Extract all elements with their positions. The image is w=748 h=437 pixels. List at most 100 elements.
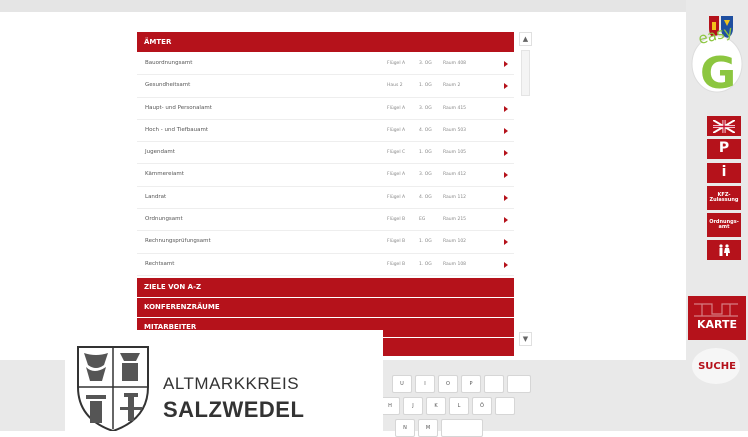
row-room: Raum 503: [443, 127, 467, 133]
keyboard-key[interactable]: [507, 375, 531, 393]
row-wing: Flügel C: [387, 150, 406, 156]
keyboard-key[interactable]: L: [449, 397, 469, 415]
row-room: Raum 215: [443, 217, 467, 223]
keyboard-key[interactable]: [441, 419, 483, 437]
row-name: Ordnungsamt: [145, 216, 183, 223]
list-item[interactable]: Haupt- und Personalamt Flügel A 3. OG Raum …: [137, 98, 514, 120]
row-floor: 3. OG: [419, 105, 432, 111]
row-name: Haupt- und Personalamt: [145, 104, 212, 111]
list-item[interactable]: Gesundheitsamt Haus 2 1. OG Raum 2: [137, 75, 514, 98]
section-header-aemter[interactable]: ÄMTER: [137, 32, 514, 52]
language-english-button[interactable]: [707, 116, 741, 136]
row-room: Raum 2: [443, 83, 461, 89]
list-scrollbar[interactable]: ▲ ▼: [519, 32, 532, 346]
row-floor: 4. OG: [419, 194, 432, 200]
row-floor: 1. OG: [419, 83, 432, 89]
row-room: Raum 105: [443, 150, 467, 156]
list-item[interactable]: Kämmereiamt Flügel A 3. OG Raum 412: [137, 164, 514, 187]
ordnungsamt-button[interactable]: Ordnungs-amt: [707, 213, 741, 237]
row-room: Raum 112: [443, 194, 467, 200]
list-item[interactable]: Bauordnungsamt Flügel A 3. OG Raum 408: [137, 53, 514, 76]
keyboard-key[interactable]: Ö: [472, 397, 492, 415]
uk-flag-icon: [713, 119, 735, 133]
list-item[interactable]: Ordnungsamt Flügel B EG Raum 215: [137, 209, 514, 232]
chevron-right-icon: [504, 150, 508, 157]
logo-line-2: SALZWEDEL: [163, 397, 305, 422]
row-floor: 3. OG: [419, 61, 432, 66]
scroll-down-button[interactable]: ▼: [519, 332, 532, 346]
aemter-rows: Bauordnungsamt Flügel A 3. OG Raum 408 Gesun…: [137, 53, 514, 278]
keyboard-key[interactable]: J: [403, 397, 423, 415]
chevron-right-icon: [504, 194, 508, 201]
top-bar: [0, 0, 686, 12]
row-name: Kämmereiamt: [145, 171, 184, 178]
district-logo: ALTMARKKREIS SALZWEDEL: [65, 330, 383, 431]
parking-button[interactable]: P: [707, 139, 741, 159]
row-wing: Flügel A: [387, 127, 406, 133]
keyboard-key[interactable]: H: [380, 397, 400, 415]
list-item[interactable]: Jugendamt Flügel C 1. OG Raum 105: [137, 142, 514, 165]
map-button-label: KARTE: [696, 317, 738, 331]
altmarkkreis-crest-icon: [77, 346, 149, 431]
easy-g-label: G: [700, 48, 737, 99]
section-header-konferenzraeume[interactable]: KONFERENZRÄUME: [137, 298, 514, 317]
list-item[interactable]: Landrat Flügel A 4. OG Raum 112: [137, 187, 514, 210]
row-name: Rechtsamt: [145, 260, 175, 267]
map-button[interactable]: KARTE: [688, 296, 746, 340]
directory-list: ÄMTER Bauordnungsamt Flügel A 3. OG Raum 40…: [137, 32, 514, 357]
row-wing: Flügel B: [387, 261, 406, 267]
row-floor: EG: [419, 217, 426, 223]
row-room: Raum 412: [443, 172, 467, 178]
keyboard-key[interactable]: I: [415, 375, 435, 393]
list-item[interactable]: Rechtsamt Flügel B 1. OG Raum 108: [137, 254, 514, 276]
row-floor: 1. OG: [419, 239, 432, 245]
row-room: Raum 108: [443, 261, 467, 267]
row-wing: Flügel A: [387, 194, 406, 200]
row-floor: 1. OG: [419, 150, 432, 156]
scroll-up-button[interactable]: ▲: [519, 32, 532, 46]
list-item[interactable]: Hoch - und Tiefbauamt Flügel A 4. OG Raum 5…: [137, 120, 514, 143]
row-name: Bauordnungsamt: [145, 60, 193, 66]
row-floor: 1. OG: [419, 261, 432, 267]
row-wing: Flügel B: [387, 239, 406, 245]
row-name: Gesundheitsamt: [145, 82, 191, 89]
chevron-right-icon: [504, 61, 508, 67]
keyboard-key[interactable]: P: [461, 375, 481, 393]
row-floor: 3. OG: [419, 172, 432, 178]
restroom-icon: [719, 244, 730, 256]
keyboard-key[interactable]: [484, 375, 504, 393]
chevron-right-icon: [504, 239, 508, 246]
chevron-right-icon: [504, 105, 508, 112]
row-wing: Haus 2: [387, 83, 403, 89]
keyboard-key[interactable]: M: [418, 419, 438, 437]
section-header-ziele[interactable]: ZIELE VON A-Z: [137, 278, 514, 297]
restroom-button[interactable]: [707, 240, 741, 260]
row-wing: Flügel A: [387, 105, 406, 111]
chevron-right-icon: [504, 127, 508, 134]
kfz-zulassung-button[interactable]: KFZ-Zulassung: [707, 186, 741, 210]
scroll-thumb[interactable]: [521, 50, 530, 96]
chevron-right-icon: [504, 217, 508, 224]
row-name: Jugendamt: [145, 149, 175, 156]
chevron-right-icon: [504, 172, 508, 179]
keyboard-key[interactable]: K: [426, 397, 446, 415]
row-room: Raum 415: [443, 105, 467, 111]
search-button[interactable]: SUCHE: [688, 346, 746, 386]
keyboard-key[interactable]: N: [395, 419, 415, 437]
row-name: Landrat: [145, 193, 167, 200]
row-wing: Flügel A: [387, 61, 406, 66]
info-button[interactable]: i: [707, 163, 741, 183]
row-name: Hoch - und Tiefbauamt: [145, 126, 208, 133]
list-item[interactable]: Rechnungsprüfungsamt Flügel B 1. OG Raum 10…: [137, 231, 514, 254]
keyboard-key[interactable]: [495, 397, 515, 415]
chevron-right-icon: [504, 83, 508, 90]
row-name: Rechnungsprüfungsamt: [145, 238, 211, 245]
search-button-label: SUCHE: [698, 360, 736, 372]
chevron-right-icon: [504, 261, 508, 268]
row-wing: Flügel B: [387, 217, 406, 223]
row-room: Raum 102: [443, 239, 467, 245]
keyboard-key[interactable]: U: [392, 375, 412, 393]
logo-line-1: ALTMARKKREIS: [163, 374, 300, 393]
row-wing: Flügel A: [387, 172, 406, 178]
keyboard-key[interactable]: O: [438, 375, 458, 393]
